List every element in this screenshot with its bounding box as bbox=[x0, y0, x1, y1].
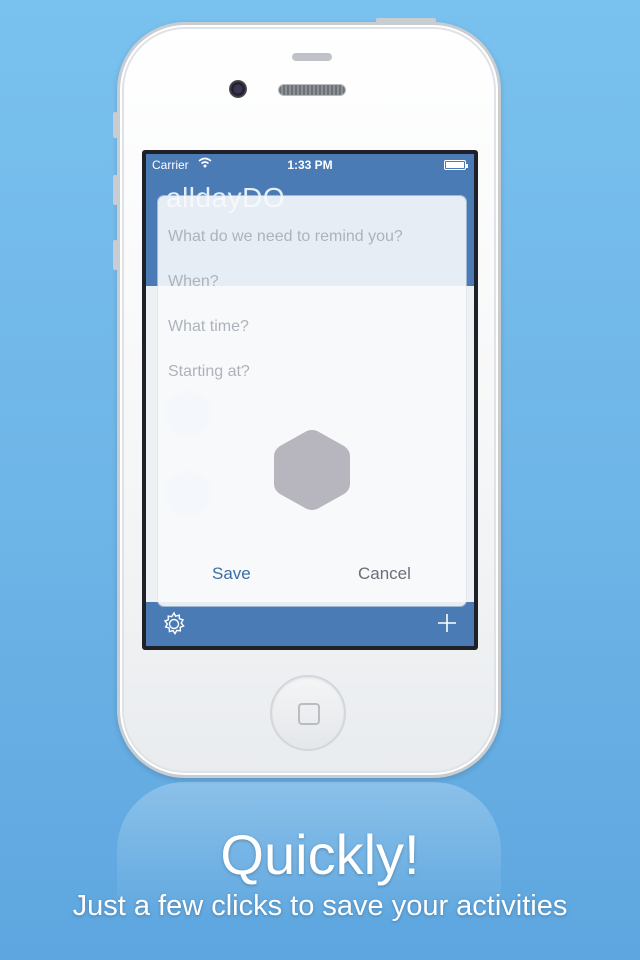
bottom-toolbar bbox=[146, 602, 474, 646]
start-date-input[interactable] bbox=[168, 357, 456, 387]
battery-full-icon bbox=[444, 160, 468, 170]
proximity-sensor bbox=[292, 53, 332, 61]
promo-subline: Just a few clicks to save your activitie… bbox=[72, 890, 568, 922]
home-button[interactable] bbox=[270, 675, 346, 751]
cancel-button[interactable]: Cancel bbox=[358, 564, 411, 584]
silent-switch bbox=[113, 112, 118, 138]
phone-screen: Carrier 1:33 PM alldayDO bbox=[142, 150, 478, 650]
status-time: 1:33 PM bbox=[287, 158, 333, 172]
volume-down-button bbox=[113, 240, 118, 270]
save-button[interactable]: Save bbox=[212, 564, 251, 584]
status-bar: Carrier 1:33 PM bbox=[146, 154, 474, 176]
power-button bbox=[376, 18, 436, 23]
earpiece-speaker bbox=[278, 84, 346, 96]
front-camera bbox=[229, 80, 247, 98]
home-square-icon bbox=[298, 703, 320, 725]
when-input[interactable] bbox=[168, 267, 456, 297]
gear-icon[interactable] bbox=[160, 610, 188, 638]
volume-up-button bbox=[113, 175, 118, 205]
promo-headline: Quickly! bbox=[220, 823, 420, 886]
hexagon-spinner-icon bbox=[270, 426, 354, 514]
app-view: Carrier 1:33 PM alldayDO bbox=[146, 154, 474, 646]
plus-icon[interactable] bbox=[434, 610, 460, 636]
new-reminder-dialog: Save Cancel bbox=[158, 196, 466, 606]
time-input[interactable] bbox=[168, 312, 456, 342]
reminder-text-input[interactable] bbox=[168, 222, 456, 252]
